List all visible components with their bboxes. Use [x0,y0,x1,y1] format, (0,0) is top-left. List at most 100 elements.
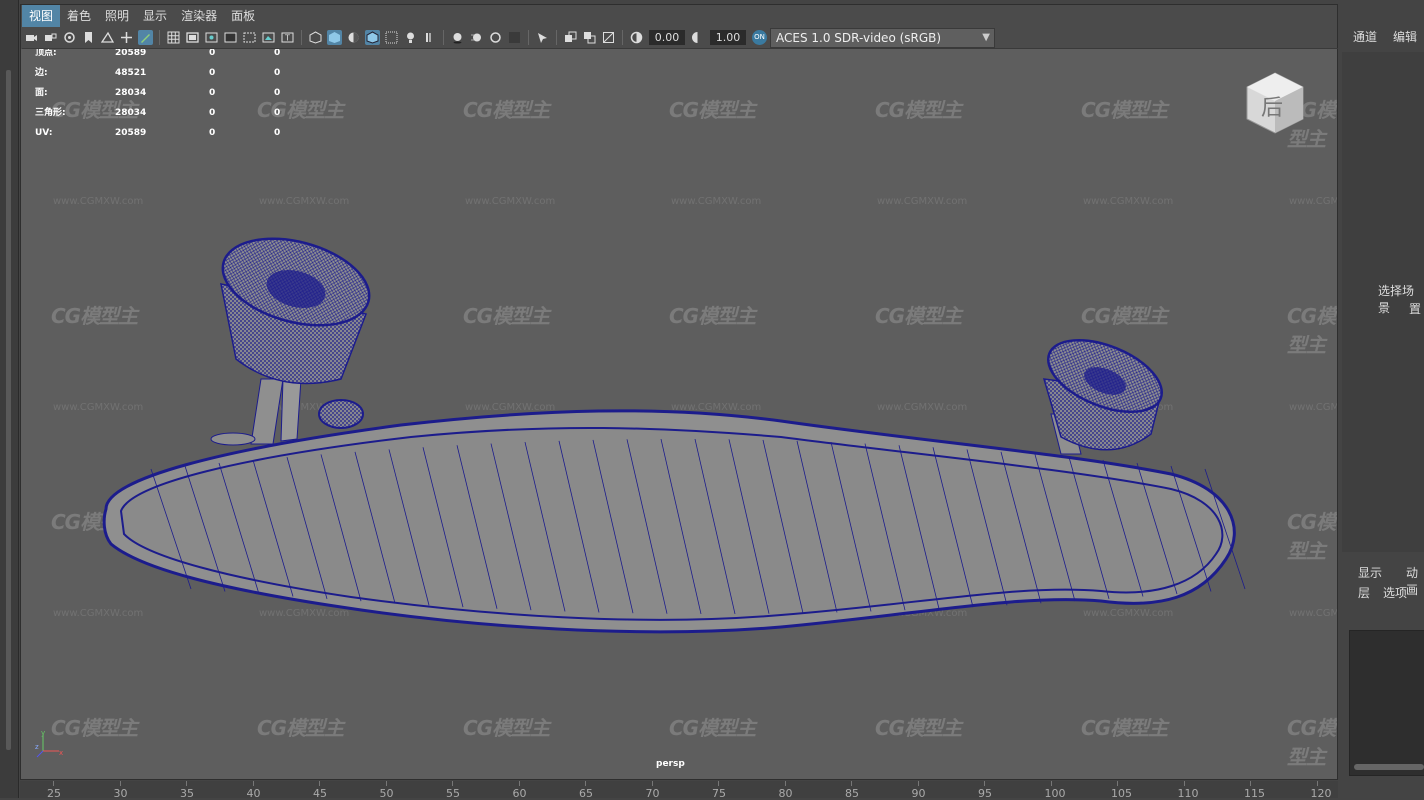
timeline-tick-label: 65 [579,787,593,800]
axis-y-label: y [41,729,45,737]
2d-pan-zoom-icon[interactable] [119,30,134,45]
menu-renderer[interactable]: 渲染器 [174,5,224,27]
timeline-tick-mark [851,781,852,786]
timeline-tick-label: 45 [313,787,327,800]
view-transform-dropdown[interactable]: ACES 1.0 SDR-video (sRGB) ▼ [770,27,995,48]
menu-lighting[interactable]: 照明 [98,5,136,27]
menu-panels[interactable]: 面板 [224,5,262,27]
timeline-tick-mark [984,781,985,786]
gate-mask-icon[interactable] [223,30,238,45]
gamma-icon[interactable] [690,30,705,45]
menu-options[interactable]: 选项 [1383,584,1407,601]
panel-menubar: 视图 着色 照明 显示 渲染器 面板 [22,5,262,27]
resolution-gate-icon[interactable] [204,30,219,45]
3d-viewport[interactable]: CG模型主 www.CGMXW.com CG模型主 www.CGMXW.com CG模型… [21,49,1337,779]
shadows-icon[interactable] [422,30,437,45]
smooth-shading-icon[interactable] [327,30,342,45]
default-material-icon[interactable] [346,30,361,45]
axis-x-label: x [59,749,63,757]
bookmark-icon[interactable] [81,30,96,45]
layer-list-scrollbar[interactable] [1354,762,1424,772]
motion-blur-icon[interactable] [469,30,484,45]
film-gate-icon[interactable] [185,30,200,45]
field-chart-icon[interactable] [242,30,257,45]
timeline-tick-label: 95 [978,787,992,800]
menu-shading[interactable]: 着色 [60,5,98,27]
empty-selection-message-2: 置 [1409,302,1422,316]
color-management-toggle[interactable]: ON [752,30,767,45]
camera-lock-icon[interactable] [43,30,58,45]
grease-pencil-icon[interactable] [138,30,153,45]
timeline-tick-label: 50 [379,787,394,800]
exposure-icon[interactable] [629,30,644,45]
isolate-select-icon[interactable] [535,30,550,45]
screen-space-ao-icon[interactable] [450,30,465,45]
layer-editor-header: 显示 动画 层 选项 [1348,560,1424,606]
toolbar-separator [622,30,623,45]
tab-display-layers[interactable]: 显示 [1358,564,1382,581]
timeline-tick-mark [1050,781,1052,786]
toolbar-separator [443,30,444,45]
grid-icon[interactable] [166,30,181,45]
timeline-tick-label: 30 [113,787,128,800]
safe-title-icon[interactable]: T [280,30,295,45]
svg-text:T: T [284,34,290,43]
tab-channels[interactable]: 通道 [1353,28,1377,45]
skateboard-wireframe-model[interactable] [21,49,1337,779]
timeline-tick-label: 75 [712,787,726,800]
timeline-tick-mark [1250,781,1251,786]
xray-icon[interactable] [384,30,399,45]
wireframe-on-shaded-icon[interactable] [365,30,380,45]
camera-attributes-icon[interactable] [62,30,77,45]
toolbar-separator [528,30,529,45]
toolbar-separator [159,30,160,45]
xray-active-icon[interactable] [582,30,597,45]
time-slider[interactable]: 25 30 35 40 45 50 55 60 65 70 75 80 85 90 95 100 105 110 1… [20,781,1338,800]
timeline-tick-mark [585,781,586,786]
timeline-tick-label: 105 [1111,787,1132,800]
timeline-tick-label: 85 [845,787,859,800]
camera-name-label: persp [656,759,685,769]
channel-box-header: 通道 编辑 [1340,24,1424,50]
tab-anim-layers[interactable]: 动画 [1406,564,1424,598]
wireframe-shading-icon[interactable] [308,30,323,45]
menu-layers[interactable]: 层 [1358,584,1370,601]
viewcube[interactable]: 后 [1243,71,1307,135]
timeline-tick-mark [119,781,121,786]
timeline-tick-mark [252,781,254,786]
timeline-tick-mark [53,781,54,786]
timeline-tick-mark [1117,781,1118,786]
menu-view[interactable]: 视图 [22,5,61,27]
chevron-down-icon: ▼ [982,31,990,43]
timeline-tick-mark [1316,781,1318,786]
tab-edit[interactable]: 编辑 [1393,28,1417,45]
timeline-tick-mark [1183,781,1185,786]
panel-toolbar: T 0.00 1.00 ON ACES 1.0 SDR-video (sRGB)… [22,27,1338,49]
layer-list[interactable] [1349,630,1424,776]
timeline-tick-label: 35 [180,787,194,800]
axis-z-label: z [35,743,39,751]
use-all-lights-icon[interactable] [403,30,418,45]
toolbar-separator [301,30,302,45]
anti-aliasing-icon[interactable] [488,30,503,45]
gamma-field[interactable]: 1.00 [710,30,746,45]
depth-of-field-icon[interactable] [507,30,522,45]
back-wheel [220,237,371,385]
image-plane-icon[interactable] [100,30,115,45]
timeline-tick-mark [452,781,453,786]
view-transform: ON ACES 1.0 SDR-video (sRGB) ▼ [752,27,995,48]
timeline-tick-label: 120 [1310,787,1332,800]
timeline-tick-label: 90 [911,787,926,800]
timeline-tick-label: 100 [1044,787,1066,800]
menu-show[interactable]: 显示 [136,5,174,27]
timeline-tick-label: 110 [1177,787,1199,800]
xray-joints-icon[interactable] [563,30,578,45]
backface-culling-icon[interactable] [601,30,616,45]
toolbar-separator [556,30,557,45]
safe-action-icon[interactable] [261,30,276,45]
left-strip-scrollbar[interactable] [6,70,11,750]
right-side-panel: 通道 编辑 选择场景 置 显示 动画 层 选项 [1340,0,1424,798]
camera-select-icon[interactable] [24,30,39,45]
timeline-tick-label: 25 [47,787,61,800]
exposure-field[interactable]: 0.00 [649,30,685,45]
